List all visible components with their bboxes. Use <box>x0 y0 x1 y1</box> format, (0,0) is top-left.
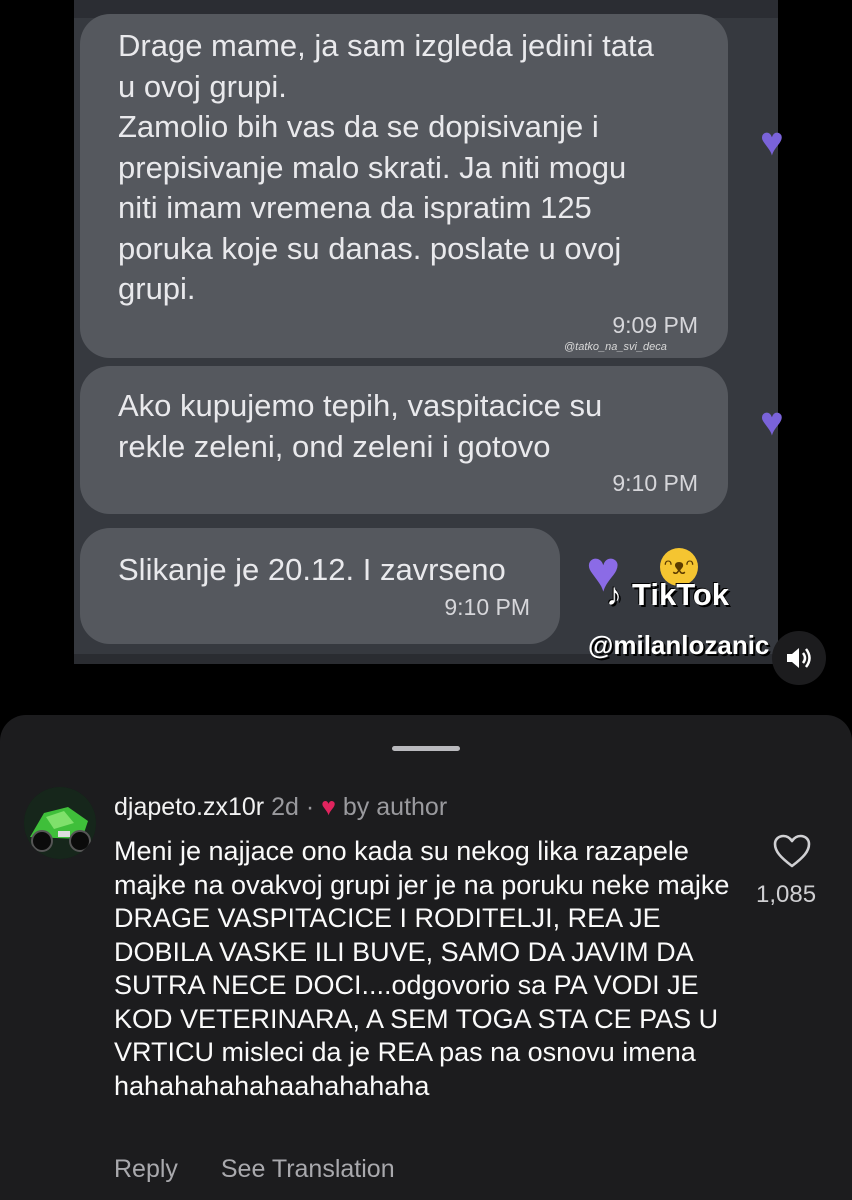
avatar[interactable] <box>24 787 96 859</box>
sheet-grabber[interactable] <box>392 746 460 751</box>
message-time: 9:09 PM <box>612 312 698 338</box>
message-text: Slikanje je 20.12. I zavrseno <box>118 552 506 587</box>
tiktok-brand-text: TikTok <box>632 577 730 612</box>
separator: · <box>305 793 315 821</box>
speaker-icon <box>787 648 811 668</box>
motorcycle-avatar-icon <box>24 787 96 859</box>
username[interactable]: djapeto.zx10r <box>114 793 264 821</box>
like-heart-icon[interactable] <box>772 833 812 869</box>
message-text: Drage mame, ja sam izgleda jedini tata u… <box>118 28 654 306</box>
message-bubble-2: Ako kupujemo tepih, vaspitacice su rekle… <box>80 366 728 514</box>
watermark-small: @tatko_na_svi_deca <box>564 341 667 353</box>
tiktok-logo-icon: ♪ <box>606 577 622 612</box>
reaction-heart-icon: ♥ <box>760 120 784 164</box>
see-translation-button[interactable]: See Translation <box>221 1155 395 1183</box>
mute-button[interactable] <box>772 631 826 685</box>
message-time: 9:10 PM <box>612 470 698 496</box>
video-player[interactable]: Drage mame, ja sam izgleda jedini tata u… <box>0 0 852 715</box>
message-bubble-3: Slikanje je 20.12. I zavrseno 9:10 PM <box>80 528 560 644</box>
comment-age: 2d <box>271 793 299 821</box>
liked-by-author-heart-icon: ♥ <box>321 793 336 821</box>
comment-text: Meni je najjace ono kada su nekog lika r… <box>114 836 730 1101</box>
reaction-heart-icon: ♥ <box>760 400 784 444</box>
message-time: 9:10 PM <box>444 594 530 620</box>
liked-by-author-label: by author <box>342 793 448 821</box>
comments-panel: djapeto.zx10r 2d · ♥ by author Meni je n… <box>0 715 852 1200</box>
like-count: 1,085 <box>756 881 817 908</box>
comment-header: djapeto.zx10r 2d · ♥ by author <box>114 793 447 822</box>
reply-button[interactable]: Reply <box>114 1155 178 1183</box>
comment-actions: Reply See Translation <box>114 1155 431 1184</box>
message-text: Ako kupujemo tepih, vaspitacice su rekle… <box>118 388 603 464</box>
tiktok-handle: @milanlozanic <box>588 630 770 660</box>
message-bubble-1: Drage mame, ja sam izgleda jedini tata u… <box>80 14 728 358</box>
tiktok-watermark: ♪ TikTok <box>596 577 729 613</box>
